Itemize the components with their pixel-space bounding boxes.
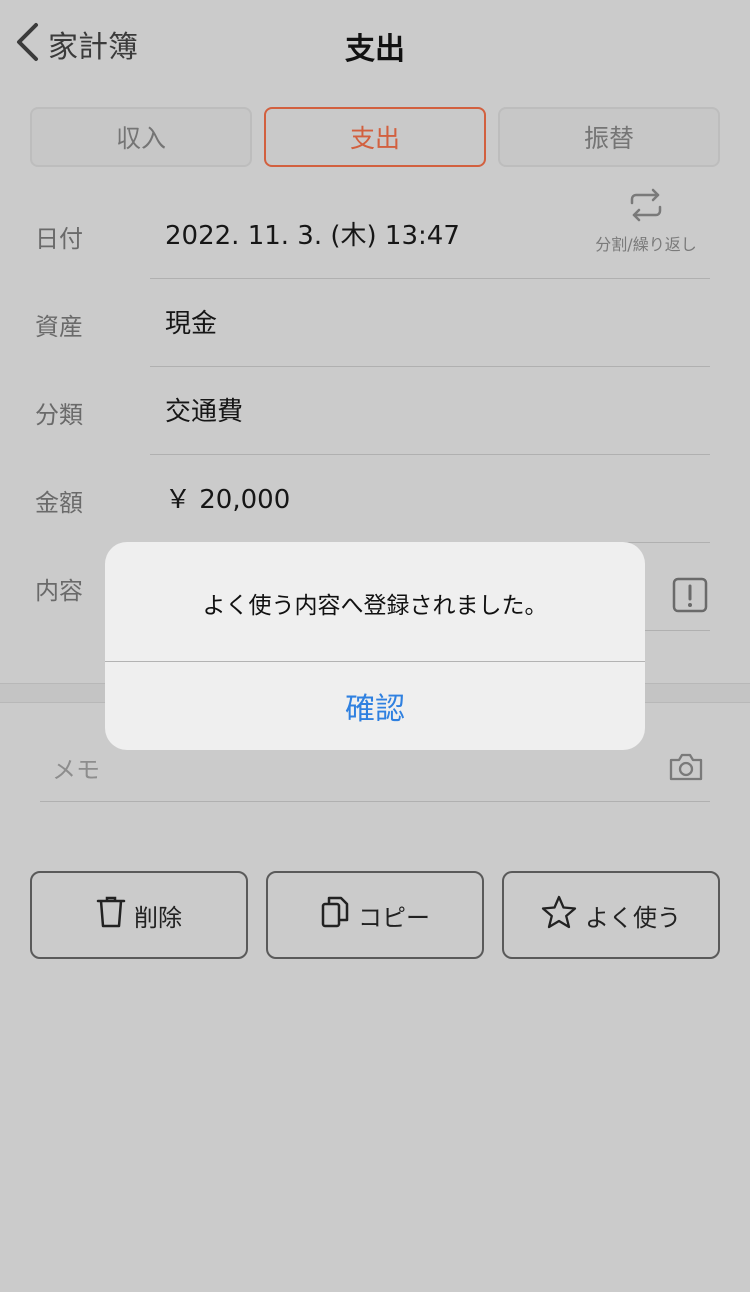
- amount-field[interactable]: 金額 ￥ 20,000: [0, 455, 750, 543]
- page-title: 支出: [345, 32, 405, 67]
- favorite-button[interactable]: よく使う: [502, 871, 720, 959]
- date-label: 日付: [35, 225, 83, 253]
- trash-icon: [96, 895, 134, 935]
- action-buttons: 削除 コピー よく使う: [30, 871, 720, 959]
- dialog-message: よく使う内容へ登録されました。: [202, 593, 548, 619]
- alert-dialog: よく使う内容へ登録されました。 確認: [105, 542, 645, 750]
- copy-icon: [320, 895, 358, 935]
- split-repeat-button[interactable]: 分割/繰り返し: [586, 185, 706, 255]
- asset-field[interactable]: 資産 現金: [0, 279, 750, 367]
- tab-transfer[interactable]: 振替: [498, 107, 720, 167]
- category-field[interactable]: 分類 交通費: [0, 367, 750, 455]
- repeat-icon: [626, 185, 666, 229]
- copy-button[interactable]: コピー: [266, 871, 484, 959]
- asset-label: 資産: [35, 313, 83, 341]
- navigation-bar: 家計簿 支出: [0, 0, 750, 88]
- star-icon: [541, 895, 585, 935]
- date-field[interactable]: 日付 2022. 11. 3. (木) 13:47 分割/繰り返し: [0, 188, 750, 279]
- tab-income[interactable]: 収入: [30, 107, 252, 167]
- amount-value[interactable]: ￥ 20,000: [165, 479, 290, 516]
- copy-label: コピー: [358, 903, 430, 932]
- type-tabs: 収入 支出 振替: [30, 107, 720, 167]
- divider: [40, 801, 710, 802]
- category-label: 分類: [35, 401, 83, 429]
- asset-value[interactable]: 現金: [165, 303, 217, 340]
- confirm-button[interactable]: 確認: [105, 662, 645, 750]
- amount-label: 金額: [35, 489, 83, 517]
- category-value[interactable]: 交通費: [165, 391, 243, 428]
- tab-expense[interactable]: 支出: [264, 107, 486, 167]
- delete-button[interactable]: 削除: [30, 871, 248, 959]
- warning-icon[interactable]: [672, 577, 708, 617]
- content-label: 内容: [35, 577, 83, 605]
- date-value[interactable]: 2022. 11. 3. (木) 13:47: [165, 215, 460, 252]
- split-repeat-label: 分割/繰り返し: [595, 235, 697, 254]
- favorite-label: よく使う: [585, 903, 681, 932]
- delete-label: 削除: [134, 903, 182, 932]
- memo-placeholder: メモ: [52, 756, 100, 784]
- camera-icon[interactable]: [668, 752, 704, 786]
